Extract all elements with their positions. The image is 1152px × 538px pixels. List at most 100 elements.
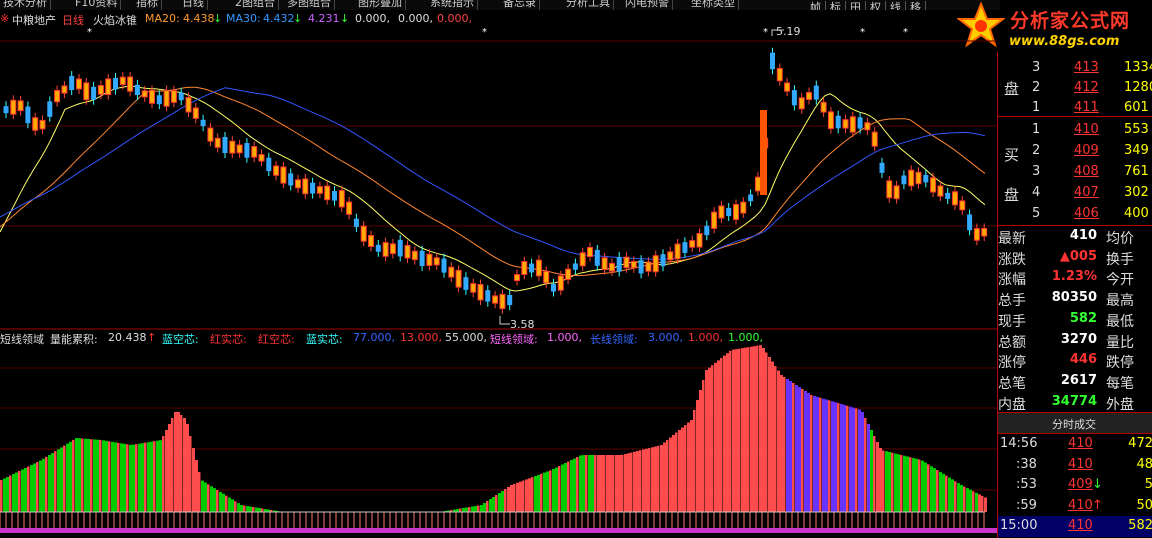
histogram-bar [579, 455, 582, 512]
red-hollow-label: 红空芯: [258, 333, 295, 346]
histogram-bar [558, 466, 561, 512]
histogram-bar [576, 457, 579, 512]
histogram-bar [936, 470, 939, 512]
value-8: 1.000, [728, 331, 763, 344]
histogram-bar [900, 455, 903, 512]
quote-value: ▲005 [1059, 248, 1097, 264]
buy-order-row[interactable]: 2 409 349 [998, 141, 1152, 162]
candle-body [543, 271, 549, 283]
candle-body [514, 274, 520, 281]
histogram-bar [630, 452, 633, 512]
candle-body [339, 190, 345, 207]
quote-row: 涨停 446 跌停 [998, 350, 1152, 371]
histogram-bar [678, 430, 681, 512]
histogram-bar [3, 478, 6, 512]
quote-label-2: 跌停 [1106, 355, 1134, 372]
candle-body [368, 235, 374, 247]
candle-body [478, 284, 483, 300]
tick-time: :38 [1016, 456, 1037, 472]
histogram-bar [585, 455, 588, 512]
histogram-bar [12, 474, 15, 512]
histogram-bar [90, 439, 93, 512]
order-level: 1 [1032, 122, 1041, 137]
histogram-bar [225, 495, 228, 512]
candle-body [594, 249, 600, 266]
lower-indicator-name[interactable]: 短线领域 [0, 331, 44, 347]
histogram-bar [657, 445, 660, 512]
candle-body [280, 166, 286, 184]
sell-order-row[interactable]: 2 412 1280 [998, 78, 1152, 99]
candle-body [850, 116, 856, 133]
order-level: 4 [1032, 185, 1041, 200]
histogram-bar [747, 347, 750, 512]
ticks-header: 分时成交 [998, 412, 1152, 434]
histogram-bar [708, 367, 711, 512]
histogram-bar [621, 454, 624, 512]
candle-body [470, 283, 476, 293]
buy-order-row[interactable]: 5 406 400 [998, 204, 1152, 225]
histogram-bar [525, 479, 528, 512]
sell-order-row[interactable]: 1 411 601 [998, 98, 1152, 119]
histogram-bar [942, 473, 945, 512]
candle-body [3, 106, 9, 114]
histogram-bar [573, 458, 576, 512]
histogram-bar [135, 444, 138, 512]
histogram-bar [78, 438, 81, 512]
histogram-bar [930, 466, 933, 512]
candle-body [901, 175, 907, 185]
histogram-bar [465, 507, 468, 512]
buy-order-row[interactable]: 3 408 761 [998, 162, 1152, 183]
candle-body [536, 260, 542, 276]
histogram-bar [702, 380, 705, 512]
candle-body [959, 200, 965, 210]
order-level: 5 [1032, 206, 1041, 221]
histogram-bar [192, 448, 195, 512]
histogram-bar [171, 418, 174, 512]
tick-row[interactable]: :38 410 48 [998, 455, 1152, 476]
histogram-bar [75, 438, 78, 512]
candle-body [222, 137, 228, 153]
sell-order-row[interactable]: 3 413 1334 [998, 58, 1152, 79]
candle-body [551, 284, 556, 292]
histogram-bar [522, 480, 525, 512]
histogram-bar [54, 451, 57, 512]
tick-row[interactable]: 15:00 410 582 [998, 516, 1152, 537]
tick-row[interactable]: :53 409 ↓ 5 [998, 475, 1152, 496]
candle-body [295, 179, 301, 188]
buy-order-row[interactable]: 1 410 553 [998, 120, 1152, 141]
buy-order-row[interactable]: 4 407 302 [998, 183, 1152, 204]
histogram-bar [543, 472, 546, 512]
histogram-bar [150, 441, 153, 512]
candle-body [390, 243, 396, 254]
candle-body [580, 252, 586, 266]
candle-body [908, 170, 914, 186]
tick-row[interactable]: :59 410 ↑ 50 [998, 496, 1152, 517]
tick-row[interactable]: 14:56 410 472 [998, 434, 1152, 455]
quote-row: 最新 410 均价 [998, 226, 1152, 247]
up-arrow: ↑ [147, 331, 157, 344]
candle-body [47, 101, 53, 117]
histogram-bar [108, 441, 111, 512]
kline-chart[interactable]: * * * * * [0, 0, 997, 538]
order-level: 3 [1032, 60, 1041, 75]
histogram-bar [495, 495, 498, 512]
candle-body [616, 257, 622, 272]
tick-time: :59 [1016, 497, 1037, 513]
candle-body [302, 178, 308, 194]
histogram-bar [153, 441, 156, 512]
candle-body [587, 247, 593, 257]
candle-body [609, 263, 615, 272]
quote-value: 1.23% [1051, 269, 1097, 285]
histogram-bar [744, 347, 747, 512]
candle-body [704, 225, 710, 236]
histogram-bar [870, 430, 873, 512]
histogram-bar [975, 492, 978, 512]
histogram-bar [825, 399, 828, 512]
histogram-bar [669, 437, 672, 512]
histogram-bar [105, 440, 108, 512]
candle-body [748, 194, 754, 202]
short-field-value: 1.000, [547, 331, 582, 344]
histogram-bar [906, 456, 909, 512]
histogram-bar [819, 397, 822, 512]
candle-body [507, 295, 513, 306]
